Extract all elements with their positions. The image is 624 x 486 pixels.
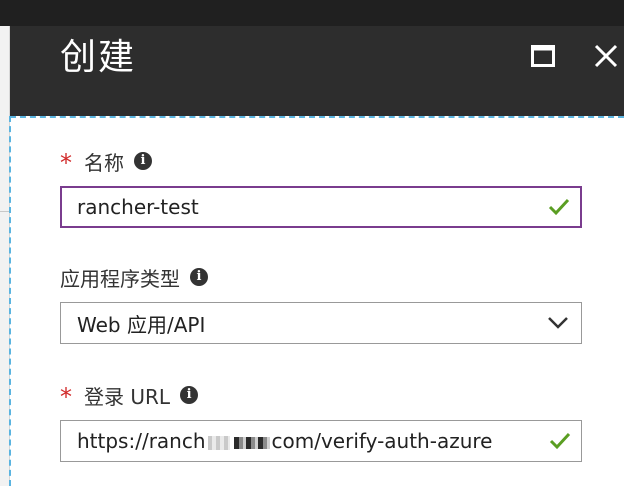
sign-on-url-label: * 登录 URL i — [60, 382, 199, 411]
divider — [0, 211, 9, 212]
sign-on-url-input[interactable]: https://ranch com/verify-auth-azure — [60, 420, 582, 462]
blade-title: 创建 — [60, 37, 137, 78]
top-bar — [0, 0, 624, 26]
blade-header: 创建 — [10, 26, 624, 116]
required-mark: * — [60, 149, 72, 177]
name-label-text: 名称 — [84, 150, 124, 175]
info-icon[interactable]: i — [180, 386, 199, 404]
required-mark: * — [60, 383, 72, 411]
selection-outline-top — [10, 116, 624, 118]
checkmark-icon — [548, 198, 570, 216]
name-input[interactable]: rancher-test — [60, 186, 582, 228]
app-type-label-text: 应用程序类型 — [60, 266, 180, 291]
redacted-block — [207, 435, 230, 450]
azure-portal-view: 创建 * 名称 i rancher-test 应用程序类型 i Web 应用/A… — [0, 0, 624, 486]
app-type-label: 应用程序类型 i — [60, 264, 208, 291]
app-type-selected-value: Web 应用/API — [77, 312, 206, 337]
chevron-down-icon — [548, 317, 568, 329]
url-prefix: https://ranch — [77, 429, 206, 453]
app-type-select[interactable]: Web 应用/API — [60, 302, 582, 344]
sign-on-url-value: https://ranch com/verify-auth-azure — [77, 429, 581, 453]
name-label: * 名称 i — [60, 148, 152, 177]
name-input-value: rancher-test — [77, 195, 199, 219]
url-suffix: com/verify-auth-azure — [271, 429, 493, 453]
sign-on-url-label-text: 登录 URL — [84, 384, 171, 409]
checkmark-icon — [549, 432, 571, 450]
maximize-icon[interactable] — [531, 45, 555, 67]
selection-outline-left — [9, 116, 11, 486]
info-icon[interactable]: i — [190, 268, 208, 286]
info-icon[interactable]: i — [134, 152, 152, 170]
close-icon[interactable] — [594, 44, 618, 68]
redacted-block — [233, 436, 270, 449]
